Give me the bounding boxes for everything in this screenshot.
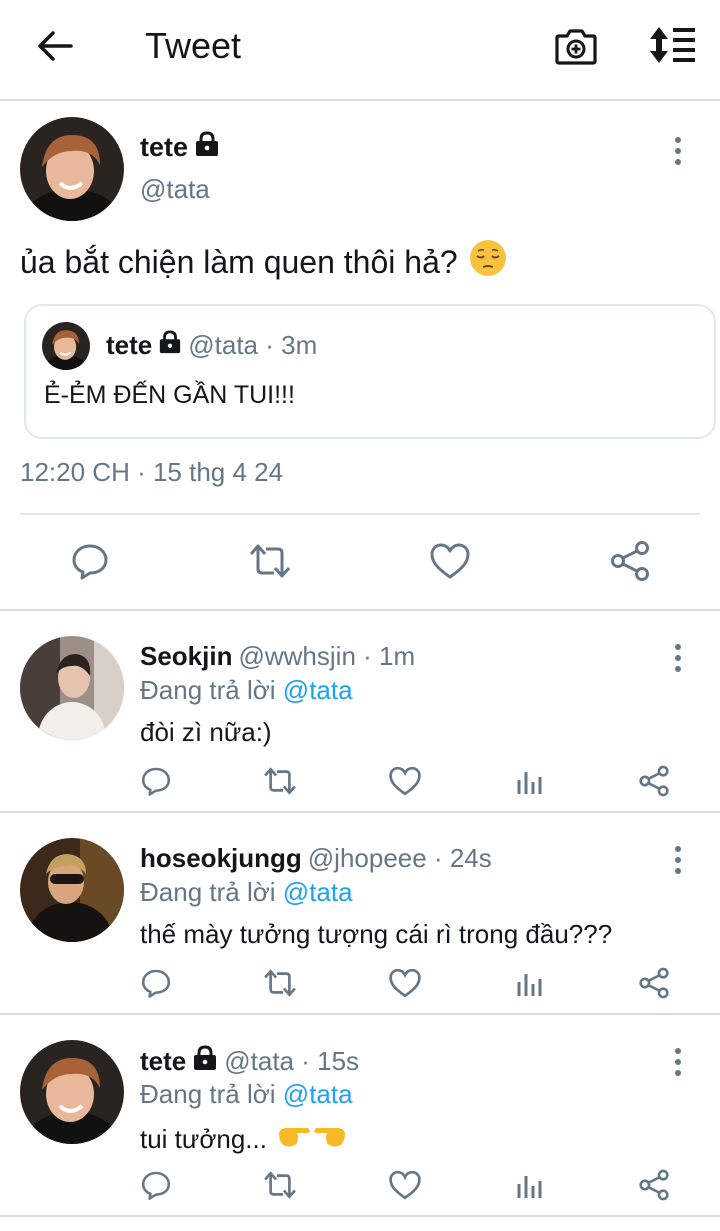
replying-to: Đang trả lời @tata — [140, 877, 353, 908]
reply-author-name[interactable]: tete — [140, 1046, 186, 1077]
author-handle[interactable]: @tata — [140, 174, 210, 205]
mention-link[interactable]: @tata — [283, 877, 353, 907]
reply-header: Seokjin @wwhsjin · 1m — [140, 641, 415, 672]
pointing-hands-emoji-icon — [277, 1121, 347, 1158]
tweet-actions — [0, 537, 720, 585]
avatar[interactable] — [20, 636, 124, 740]
reply-actions — [0, 1167, 720, 1203]
analytics-icon[interactable] — [512, 1167, 548, 1203]
top-app-bar: Tweet — [0, 0, 720, 101]
reply-text-content: đòi zì nữa:) — [140, 717, 272, 747]
replying-prefix: Đang trả lời — [140, 877, 276, 907]
reply-text: đòi zì nữa:) — [140, 717, 272, 748]
like-icon[interactable] — [387, 1167, 423, 1203]
analytics-icon[interactable] — [512, 965, 548, 1001]
like-icon[interactable] — [387, 763, 423, 799]
quoted-author-name: tete — [106, 330, 153, 360]
reply-tweet[interactable]: Seokjin @wwhsjin · 1m Đang trả lời @tata… — [0, 611, 720, 813]
retweet-icon[interactable] — [262, 763, 298, 799]
tweet-timestamp: 12:20 CH · 15 thg 4 24 — [20, 457, 284, 487]
replying-to: Đang trả lời @tata — [140, 675, 353, 706]
reply-text-content: thế mày tưởng tượng cái rì trong đầu??? — [140, 919, 613, 949]
quoted-tweet[interactable]: tete @tata · 3m Ẻ-ẺM ĐẾN GẦN TUI!!! — [24, 304, 716, 439]
reply-meta: @tata · 15s — [224, 1046, 360, 1076]
avatar — [42, 322, 90, 370]
avatar[interactable] — [20, 117, 124, 221]
retweet-icon[interactable] — [246, 537, 294, 585]
reply-meta: @wwhsjin · 1m — [238, 641, 416, 671]
reply-icon[interactable] — [138, 763, 174, 799]
share-icon[interactable] — [636, 965, 672, 1001]
tweet-text: ủa bắt chiện làm quen thôi hả? — [20, 238, 508, 286]
reply-tweet[interactable]: tete @tata · 15s Đang trả lời @tata tui … — [0, 1015, 720, 1217]
sort-icon[interactable] — [644, 22, 700, 68]
tweet-text-content: ủa bắt chiện làm quen thôi hả? — [20, 243, 458, 280]
avatar[interactable] — [20, 1040, 124, 1144]
lock-icon — [194, 131, 220, 164]
author-name-text: tete — [140, 132, 189, 162]
reply-icon[interactable] — [138, 965, 174, 1001]
lock-icon — [158, 330, 182, 361]
more-options-icon[interactable] — [668, 840, 688, 880]
mention-link[interactable]: @tata — [283, 1079, 353, 1109]
share-icon[interactable] — [636, 1167, 672, 1203]
more-options-icon[interactable] — [668, 1042, 688, 1082]
reply-text-content: tui tưởng... — [140, 1124, 267, 1154]
more-options-icon[interactable] — [668, 638, 688, 678]
reply-icon[interactable] — [138, 1167, 174, 1203]
replying-to: Đang trả lời @tata — [140, 1079, 353, 1110]
more-options-icon[interactable] — [668, 131, 688, 171]
retweet-icon[interactable] — [262, 1167, 298, 1203]
replying-prefix: Đang trả lời — [140, 1079, 276, 1109]
back-arrow-icon[interactable] — [30, 24, 80, 68]
camera-plus-icon[interactable] — [553, 24, 599, 68]
author-name[interactable]: tete — [140, 131, 220, 164]
reply-text: thế mày tưởng tượng cái rì trong đầu??? — [140, 919, 612, 950]
quoted-meta: @tata · 3m — [188, 330, 318, 360]
divider — [20, 513, 700, 515]
reply-header: tete @tata · 15s — [140, 1045, 359, 1078]
reply-meta: @jhopeee · 24s — [307, 843, 492, 873]
pensive-face-emoji-icon — [468, 238, 508, 286]
share-icon[interactable] — [636, 763, 672, 799]
like-icon[interactable] — [387, 965, 423, 1001]
mention-link[interactable]: @tata — [283, 675, 353, 705]
share-icon[interactable] — [606, 537, 654, 585]
quoted-text: Ẻ-ẺM ĐẾN GẦN TUI!!! — [44, 381, 295, 409]
page-title: Tweet — [145, 25, 242, 66]
reply-icon[interactable] — [66, 537, 114, 585]
analytics-icon[interactable] — [512, 763, 548, 799]
reply-actions — [0, 763, 720, 799]
reply-actions — [0, 965, 720, 1001]
like-icon[interactable] — [426, 537, 474, 585]
quoted-tweet-header: tete @tata · 3m — [106, 330, 317, 361]
lock-icon — [192, 1045, 218, 1078]
reply-tweet[interactable]: hoseokjungg @jhopeee · 24s Đang trả lời … — [0, 813, 720, 1015]
reply-header: hoseokjungg @jhopeee · 24s — [140, 843, 492, 874]
reply-text: tui tưởng... — [140, 1121, 347, 1158]
reply-author-name[interactable]: hoseokjungg — [140, 843, 302, 874]
reply-author-name[interactable]: Seokjin — [140, 641, 232, 672]
avatar[interactable] — [20, 838, 124, 942]
main-tweet: tete @tata ủa bắt chiện làm quen thôi hả… — [0, 101, 720, 611]
replying-prefix: Đang trả lời — [140, 675, 276, 705]
retweet-icon[interactable] — [262, 965, 298, 1001]
